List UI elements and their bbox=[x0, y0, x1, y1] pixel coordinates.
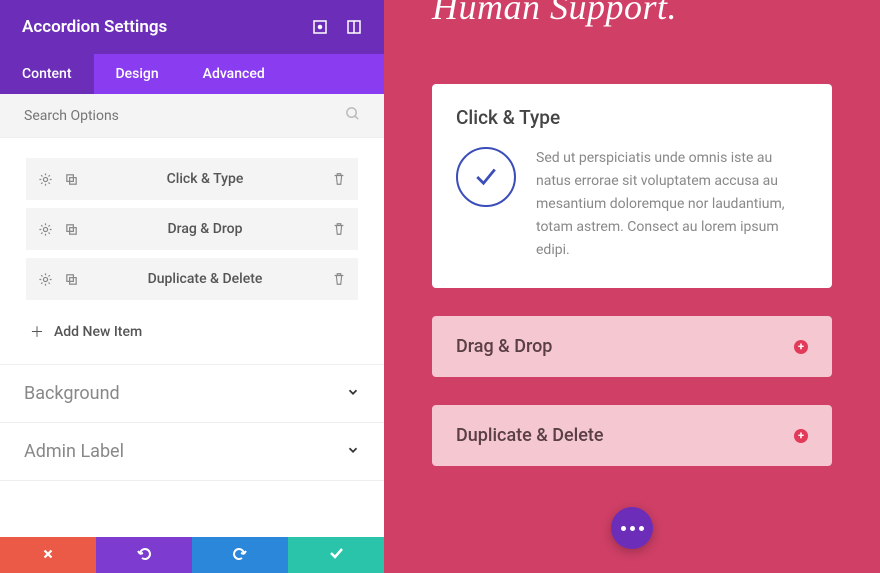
chevron-down-icon bbox=[346, 442, 360, 461]
panel-title: Accordion Settings bbox=[22, 17, 167, 37]
undo-button[interactable] bbox=[96, 537, 192, 573]
check-icon bbox=[328, 545, 344, 565]
header-icon-group bbox=[312, 19, 362, 35]
item-row[interactable]: Drag & Drop bbox=[26, 208, 358, 250]
expand-icon[interactable] bbox=[346, 19, 362, 35]
tab-content[interactable]: Content bbox=[0, 54, 94, 94]
accordion-item-closed[interactable]: Duplicate & Delete + bbox=[432, 405, 832, 466]
check-circle-icon bbox=[456, 147, 516, 207]
trash-icon[interactable] bbox=[330, 170, 348, 188]
preview-pane: Human Support. Click & Type Sed ut persp… bbox=[384, 0, 880, 573]
accordion-title: Drag & Drop bbox=[456, 336, 552, 357]
footer-buttons bbox=[0, 537, 384, 573]
undo-icon bbox=[136, 545, 152, 565]
accordion: Click & Type Sed ut perspiciatis unde om… bbox=[432, 84, 832, 466]
tab-bar: Content Design Advanced bbox=[0, 54, 384, 94]
expand-plus-icon[interactable]: + bbox=[794, 429, 808, 443]
responsive-icon[interactable] bbox=[312, 19, 328, 35]
item-label: Duplicate & Delete bbox=[80, 271, 330, 287]
trash-icon[interactable] bbox=[330, 220, 348, 238]
plus-icon: ＋ bbox=[30, 322, 44, 342]
gear-icon[interactable] bbox=[36, 220, 54, 238]
accordion-title: Duplicate & Delete bbox=[456, 425, 604, 446]
search-icon[interactable] bbox=[345, 106, 360, 125]
dot-icon bbox=[639, 526, 644, 531]
dot-icon bbox=[630, 526, 635, 531]
accordion-title: Click & Type bbox=[456, 106, 808, 129]
trash-icon[interactable] bbox=[330, 270, 348, 288]
expand-plus-icon[interactable]: + bbox=[794, 340, 808, 354]
cancel-button[interactable] bbox=[0, 537, 96, 573]
module-actions-fab[interactable] bbox=[611, 507, 653, 549]
section-admin-label[interactable]: Admin Label bbox=[0, 423, 384, 481]
duplicate-icon[interactable] bbox=[62, 220, 80, 238]
close-icon bbox=[41, 546, 55, 565]
settings-panel: Accordion Settings Content Design Advanc… bbox=[0, 0, 384, 573]
item-row[interactable]: Click & Type bbox=[26, 158, 358, 200]
duplicate-icon[interactable] bbox=[62, 270, 80, 288]
panel-header: Accordion Settings bbox=[0, 0, 384, 54]
search-input[interactable] bbox=[24, 108, 345, 124]
section-label: Background bbox=[24, 383, 120, 404]
item-label: Drag & Drop bbox=[80, 221, 330, 237]
accordion-item-open[interactable]: Click & Type Sed ut perspiciatis unde om… bbox=[432, 84, 832, 288]
accordion-body: Sed ut perspiciatis unde omnis iste au n… bbox=[456, 147, 808, 262]
tab-design[interactable]: Design bbox=[94, 54, 181, 94]
item-row[interactable]: Duplicate & Delete bbox=[26, 258, 358, 300]
gear-icon[interactable] bbox=[36, 270, 54, 288]
accordion-text: Sed ut perspiciatis unde omnis iste au n… bbox=[536, 147, 808, 262]
search-row bbox=[0, 94, 384, 138]
items-container: Click & Type Drag & Drop Duplicate & Del… bbox=[0, 138, 384, 365]
duplicate-icon[interactable] bbox=[62, 170, 80, 188]
gear-icon[interactable] bbox=[36, 170, 54, 188]
dot-icon bbox=[621, 526, 626, 531]
redo-button[interactable] bbox=[192, 537, 288, 573]
section-label: Admin Label bbox=[24, 441, 124, 462]
section-background[interactable]: Background bbox=[0, 365, 384, 423]
add-item-label: Add New Item bbox=[54, 324, 142, 340]
save-button[interactable] bbox=[288, 537, 384, 573]
chevron-down-icon bbox=[346, 384, 360, 403]
add-item-button[interactable]: ＋ Add New Item bbox=[26, 308, 358, 364]
item-label: Click & Type bbox=[80, 171, 330, 187]
preview-heading: Human Support. bbox=[432, 0, 832, 28]
accordion-item-closed[interactable]: Drag & Drop + bbox=[432, 316, 832, 377]
redo-icon bbox=[232, 545, 248, 565]
tab-advanced[interactable]: Advanced bbox=[181, 54, 287, 94]
